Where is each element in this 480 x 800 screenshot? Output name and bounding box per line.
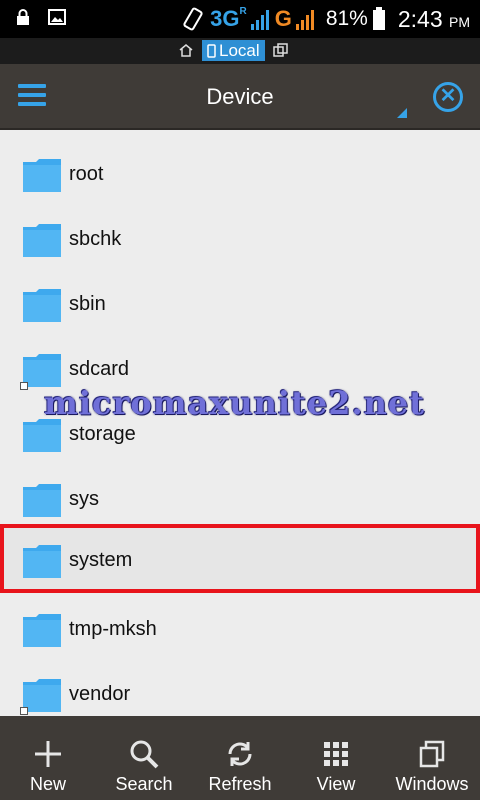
folder-icon <box>23 419 61 452</box>
network-type-g: G <box>274 6 292 31</box>
image-icon <box>48 9 66 25</box>
file-list: root sbchk sbin sdcard storage sys syste… <box>0 132 480 716</box>
folder-icon <box>23 289 61 322</box>
refresh-button[interactable]: Refresh <box>192 716 288 800</box>
windows-button[interactable]: Windows <box>384 716 480 800</box>
list-item[interactable]: sbchk <box>0 203 480 268</box>
file-name: tmp-mksh <box>69 618 157 640</box>
search-icon <box>130 740 159 769</box>
file-name: root <box>69 163 104 185</box>
vibrate-icon <box>183 7 203 31</box>
lock-icon <box>17 9 29 25</box>
list-item[interactable]: sbin <box>0 268 480 333</box>
new-label: New <box>29 774 66 794</box>
location-strip: Local <box>0 38 480 64</box>
folder-icon <box>23 354 61 387</box>
folder-icon <box>23 545 61 578</box>
list-item[interactable]: sys <box>0 463 480 528</box>
grid-icon <box>324 742 348 766</box>
folder-icon <box>23 159 61 192</box>
file-name: sbchk <box>69 228 122 250</box>
shortcut-badge-icon <box>20 382 28 390</box>
clock: 2:43 PM <box>397 5 470 32</box>
view-button[interactable]: View <box>288 716 384 800</box>
file-name: storage <box>69 423 136 445</box>
plus-icon <box>35 741 61 767</box>
status-bar: 3GR G 81% 2:43 PM <box>0 0 480 38</box>
search-label: Search <box>115 774 173 794</box>
dropdown-triangle-icon[interactable] <box>397 108 407 118</box>
new-button[interactable]: New <box>0 716 96 800</box>
phone-icon <box>207 43 216 58</box>
list-item[interactable]: vendor <box>0 658 480 723</box>
search-button[interactable]: Search <box>96 716 192 800</box>
page-title[interactable]: Device <box>0 84 480 110</box>
close-icon[interactable]: ✕ <box>433 82 463 112</box>
list-item[interactable]: root <box>0 138 480 203</box>
watermark: micromaxunite2.net <box>44 384 426 422</box>
list-item[interactable]: tmp-mksh <box>0 593 480 658</box>
list-item-selected[interactable]: system <box>0 524 480 593</box>
folder-icon <box>23 614 61 647</box>
local-label: Local <box>219 40 260 60</box>
windows-label: Windows <box>395 774 469 794</box>
view-label: View <box>316 774 356 794</box>
folder-icon <box>23 484 61 517</box>
refresh-icon <box>228 742 252 766</box>
file-name: sdcard <box>69 358 130 380</box>
windows-small-icon[interactable] <box>272 43 289 58</box>
file-name: system <box>69 549 133 571</box>
refresh-label: Refresh <box>208 774 272 794</box>
bottom-toolbar: New Search Refresh View Windows <box>0 716 480 800</box>
home-icon[interactable] <box>178 43 194 58</box>
battery-icon <box>372 7 385 30</box>
network-type-3g: 3GR <box>210 6 247 31</box>
windows-icon <box>419 740 445 768</box>
toolbar: Device <box>0 64 480 130</box>
file-name: sbin <box>69 293 106 315</box>
folder-icon <box>23 224 61 257</box>
signal-icon-2 <box>295 10 314 30</box>
shortcut-badge-icon <box>20 707 28 715</box>
local-location-chip[interactable]: Local <box>202 40 265 61</box>
battery-percent: 81% <box>325 7 368 30</box>
file-name: vendor <box>69 683 131 705</box>
folder-icon <box>23 679 61 712</box>
file-name: sys <box>69 488 99 510</box>
signal-icon <box>250 10 269 30</box>
